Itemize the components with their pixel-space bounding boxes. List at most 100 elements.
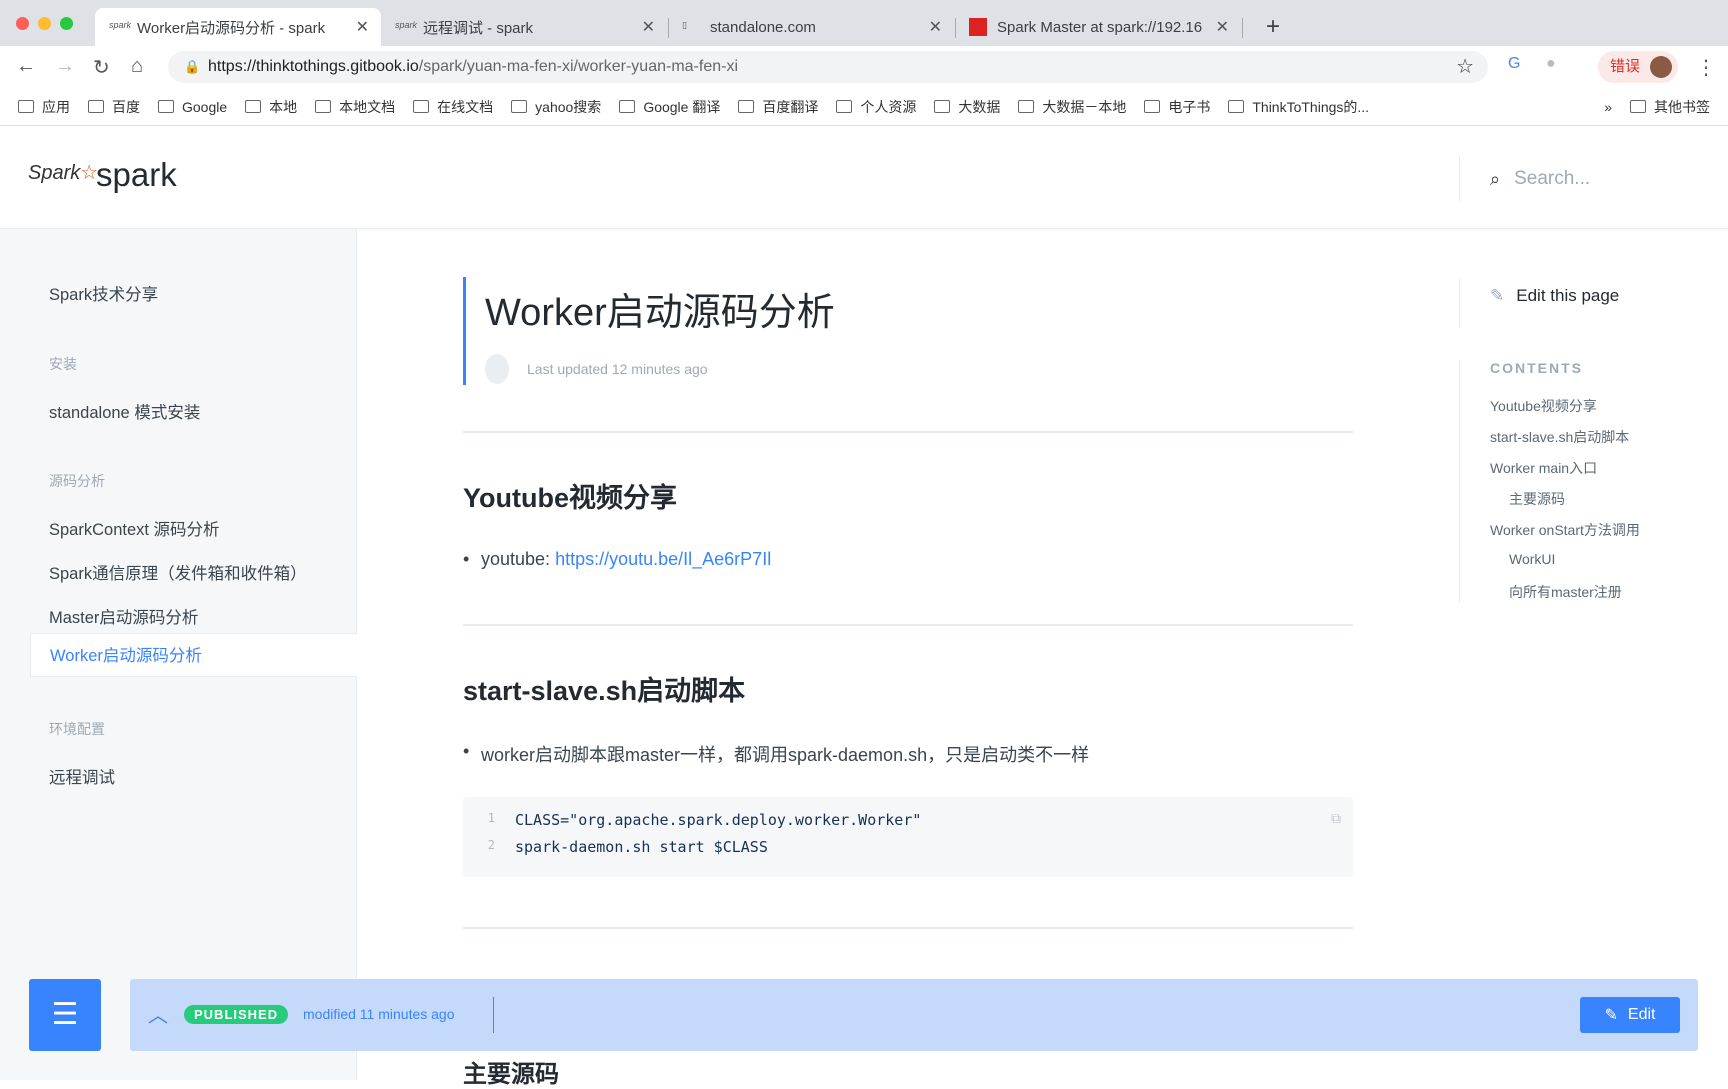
bookmark-item[interactable]: 大数据－本地 <box>1018 97 1126 117</box>
toc-item[interactable]: Youtube视频分享 <box>1490 396 1597 416</box>
close-tab-icon[interactable]: ✕ <box>642 17 655 37</box>
sidebar-item[interactable]: Master启动源码分析 <box>49 604 198 628</box>
bookmark-icon <box>619 100 636 113</box>
back-icon[interactable]: ← <box>16 55 36 78</box>
bookmark-icon <box>511 100 528 113</box>
sidebar-item[interactable]: SparkContext 源码分析 <box>49 516 220 540</box>
last-updated: Last updated 12 minutes ago <box>527 361 708 377</box>
divider <box>463 624 1353 626</box>
sidebar-item[interactable]: 远程调试 <box>49 764 115 788</box>
toc-item[interactable]: Worker main入口 <box>1490 458 1597 478</box>
toc-item[interactable]: start-slave.sh启动脚本 <box>1490 427 1629 447</box>
folder-icon <box>1630 100 1646 113</box>
copy-icon[interactable]: ⧉ <box>1331 811 1341 827</box>
reload-icon[interactable]: ↻ <box>93 55 110 80</box>
tab-standalone[interactable]: ▯ standalone.com ✕ <box>668 8 954 46</box>
other-bookmarks[interactable]: 其他书签 <box>1630 97 1710 117</box>
address-bar[interactable]: 🔒 https://thinktothings.gitbook.io/spark… <box>168 51 1488 83</box>
section-heading: start-slave.sh启动脚本 <box>463 676 746 706</box>
settings-sliders-button[interactable]: ☰ <box>29 979 101 1051</box>
bookmark-item[interactable]: 应用 <box>18 97 70 117</box>
close-tab-icon[interactable]: ✕ <box>929 17 942 37</box>
profile-status: 错误 <box>1610 58 1641 75</box>
edit-button[interactable]: ✎ Edit <box>1580 997 1680 1033</box>
section-heading: Youtube视频分享 <box>463 483 677 513</box>
sidebar-item[interactable]: Spark通信原理（发件箱和收件箱） <box>49 560 307 584</box>
url-path: /spark/yuan-ma-fen-xi/worker-yuan-ma-fen… <box>418 58 738 75</box>
bookmark-item[interactable]: 大数据 <box>934 97 1000 117</box>
bookmark-item[interactable]: 百度翻译 <box>738 97 818 117</box>
pencil-icon: ✎ <box>1604 1007 1618 1024</box>
sidebar-group-label: 安装 <box>49 356 77 372</box>
close-window-button[interactable] <box>16 17 29 30</box>
bookmark-item[interactable]: ThinkToThings的... <box>1228 97 1369 117</box>
menu-icon[interactable]: ⋮ <box>1696 55 1716 80</box>
profile-button[interactable]: 错误 <box>1598 51 1678 83</box>
tab-worker[interactable]: spark Worker启动源码分析 - spark ✕ <box>95 8 381 46</box>
tab-remote-debug[interactable]: spark 远程调试 - spark ✕ <box>381 8 667 46</box>
code-line: CLASS="org.apache.spark.deploy.worker.Wo… <box>515 811 922 829</box>
spark-favicon: spark <box>395 20 418 30</box>
bookmark-icon <box>245 100 262 113</box>
lock-icon: 🔒 <box>184 59 201 74</box>
publish-bar: ︿ PUBLISHED modified 11 minutes ago ✎ Edi… <box>130 979 1698 1051</box>
bookmark-item[interactable]: 百度 <box>88 97 140 117</box>
spark-logo[interactable]: Spark☆ <box>28 160 98 185</box>
bookmark-icon <box>413 100 430 113</box>
site-title[interactable]: spark <box>96 156 177 194</box>
author-avatar <box>485 354 509 384</box>
home-icon[interactable]: ⌂ <box>131 55 143 78</box>
toc-item[interactable]: WorkUI <box>1509 551 1555 567</box>
chevron-up-icon[interactable]: ︿ <box>148 999 168 1028</box>
sidebar-item[interactable]: standalone 模式安装 <box>49 399 200 423</box>
bookmark-item[interactable]: 个人资源 <box>836 97 916 117</box>
search-icon: ⌕ <box>1490 168 1501 189</box>
youtube-link[interactable]: https://youtu.be/Il_Ae6rP7Il <box>555 549 771 569</box>
sidebar-group-label: 环境配置 <box>49 721 105 737</box>
browser-toolbar: ← → ↻ ⌂ 🔒 https://thinktothings.gitbook.… <box>0 46 1728 88</box>
tab-title: Spark Master at spark://192.16 <box>997 18 1203 36</box>
google-translate-icon[interactable]: G <box>1508 55 1520 73</box>
toc-item[interactable]: Worker onStart方法调用 <box>1490 520 1640 540</box>
bookmark-item[interactable]: 在线文档 <box>413 97 493 117</box>
table-of-contents: CONTENTS Youtube视频分享 start-slave.sh启动脚本 Wo… <box>1459 360 1719 603</box>
tab-spark-master[interactable]: Spark Master at spark://192.16 ✕ <box>955 8 1241 46</box>
close-tab-icon[interactable]: ✕ <box>1216 17 1229 37</box>
forward-icon[interactable]: → <box>55 55 75 78</box>
search-placeholder: Search... <box>1514 168 1591 189</box>
star-icon[interactable]: ☆ <box>1456 51 1474 83</box>
sidebar-item[interactable]: Spark技术分享 <box>49 281 158 305</box>
url-domain: https://thinktothings.gitbook.io <box>208 58 419 75</box>
document-icon: ▯ <box>682 20 687 30</box>
search-box[interactable]: ⌕ Search... <box>1459 156 1590 202</box>
close-tab-icon[interactable]: ✕ <box>356 17 369 37</box>
tab-title: 远程调试 - spark <box>423 19 534 37</box>
avatar <box>1650 56 1672 78</box>
sidebar-item[interactable]: Worker启动源码分析 <box>30 633 357 677</box>
more-bookmarks-icon[interactable]: » <box>1604 99 1612 115</box>
modified-time: modified 11 minutes ago <box>303 1006 455 1022</box>
toc-heading: CONTENTS <box>1490 360 1583 376</box>
edit-this-page-link[interactable]: ✎ Edit this page <box>1490 286 1619 306</box>
spark-master-favicon <box>969 18 987 36</box>
toc-item[interactable]: 主要源码 <box>1509 489 1565 509</box>
divider <box>463 927 1353 929</box>
code-line: spark-daemon.sh start $CLASS <box>515 838 768 856</box>
maximize-window-button[interactable] <box>60 17 73 30</box>
list-item: worker启动脚本跟master一样，都调用spark-daemon.sh，只… <box>463 741 1089 767</box>
page-header: Worker启动源码分析 Last updated 12 minutes ago <box>463 277 835 385</box>
bookmark-item[interactable]: 本地 <box>245 97 297 117</box>
bookmark-item[interactable]: 电子书 <box>1144 97 1210 117</box>
tab-strip: spark Worker启动源码分析 - spark ✕ spark 远程调试 … <box>0 0 1728 46</box>
divider <box>493 997 494 1033</box>
bookmark-item[interactable]: Google 翻译 <box>619 97 720 117</box>
minimize-window-button[interactable] <box>38 17 51 30</box>
toc-item[interactable]: 向所有master注册 <box>1509 582 1622 602</box>
bookmark-item[interactable]: yahoo搜索 <box>511 97 601 117</box>
new-tab-button[interactable]: + <box>1252 8 1294 46</box>
code-block: 1 CLASS="org.apache.spark.deploy.worker.W… <box>463 797 1353 877</box>
extension-icon[interactable]: ● <box>1546 55 1556 73</box>
bookmark-item[interactable]: Google <box>158 99 227 115</box>
sliders-icon: ☰ <box>51 998 79 1031</box>
bookmark-item[interactable]: 本地文档 <box>315 97 395 117</box>
